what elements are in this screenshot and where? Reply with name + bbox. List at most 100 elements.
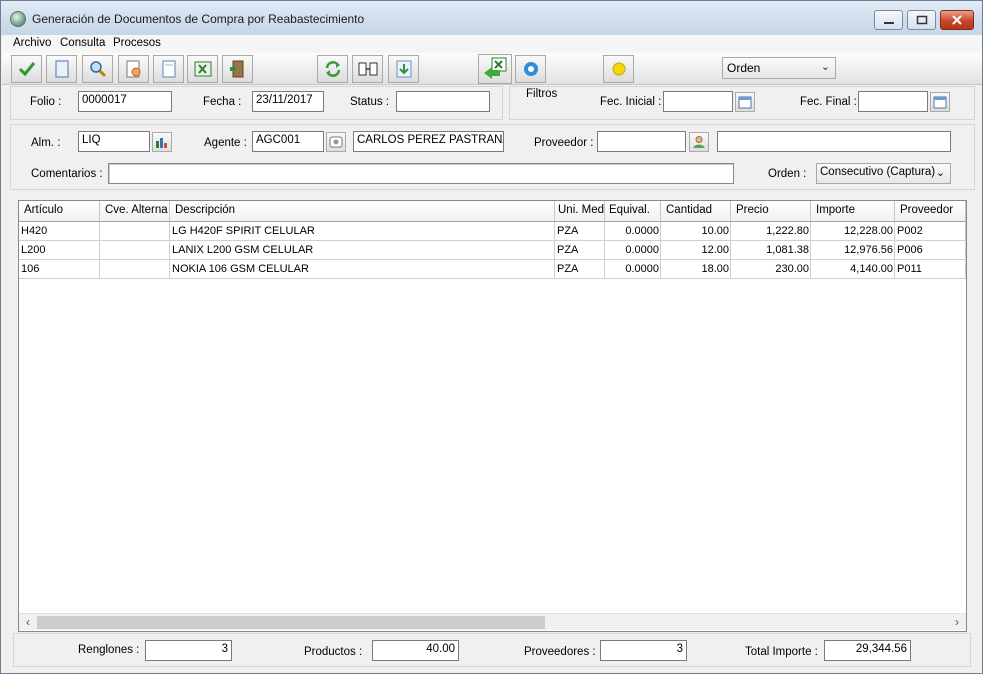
cell-proveedor[interactable]: P011 — [895, 260, 966, 279]
refresh-button[interactable] — [317, 55, 348, 83]
minimize-button[interactable] — [874, 10, 903, 30]
blank-page-icon — [162, 60, 175, 78]
cell-importe[interactable]: 12,976.56 — [811, 241, 895, 260]
proveedores-field: 3 — [600, 640, 687, 661]
fec-inicial-field[interactable] — [663, 91, 733, 112]
agente-name-field[interactable]: CARLOS PEREZ PASTRANA — [353, 131, 504, 152]
fec-final-calendar-button[interactable] — [930, 92, 950, 112]
cell-importe[interactable]: 4,140.00 — [811, 260, 895, 279]
column-header-descripcion[interactable]: Descripción — [170, 201, 555, 222]
table-row[interactable]: L200 LANIX L200 GSM CELULAR PZA 0.0000 1… — [19, 241, 966, 260]
cell-precio[interactable]: 230.00 — [731, 260, 811, 279]
folio-field[interactable]: 0000017 — [78, 91, 172, 112]
scrollbar-thumb[interactable] — [37, 616, 545, 629]
cell-descripcion[interactable]: LG H420F SPIRIT CELULAR — [170, 222, 555, 241]
proveedor-code-field[interactable] — [597, 131, 686, 152]
cell-uni-med[interactable]: PZA — [555, 241, 605, 260]
main-window: Generación de Documentos de Compra por R… — [0, 0, 983, 674]
cell-uni-med[interactable]: PZA — [555, 260, 605, 279]
fec-final-field[interactable] — [858, 91, 928, 112]
column-header-equival[interactable]: Equival. — [605, 201, 661, 222]
settings-button[interactable] — [515, 55, 546, 83]
cell-equival[interactable]: 0.0000 — [605, 241, 661, 260]
accept-button[interactable] — [11, 55, 42, 83]
window-title: Generación de Documentos de Compra por R… — [32, 12, 365, 26]
agente-lookup-button[interactable] — [326, 132, 346, 152]
maximize-button[interactable] — [907, 10, 936, 30]
almacen-field[interactable]: LIQ — [78, 131, 150, 152]
cell-cantidad[interactable]: 10.00 — [661, 222, 731, 241]
fecha-label: Fecha : — [203, 96, 242, 108]
cell-articulo[interactable]: 106 — [19, 260, 100, 279]
horizontal-scrollbar[interactable]: ‹ › — [19, 613, 966, 630]
cell-precio[interactable]: 1,081.38 — [731, 241, 811, 260]
orden-select[interactable]: Consecutivo (Captura) ⌄ — [816, 163, 951, 184]
cell-precio[interactable]: 1,222.80 — [731, 222, 811, 241]
filtros-label: Filtros — [526, 88, 558, 100]
cell-equival[interactable]: 0.0000 — [605, 222, 661, 241]
cell-descripcion[interactable]: NOKIA 106 GSM CELULAR — [170, 260, 555, 279]
scroll-left-icon[interactable]: ‹ — [21, 615, 35, 629]
cell-cve-alterna[interactable] — [100, 260, 170, 279]
table-row[interactable]: 106 NOKIA 106 GSM CELULAR PZA 0.0000 18.… — [19, 260, 966, 279]
download-button[interactable] — [388, 55, 419, 83]
orden-toolbar-select[interactable]: Orden ⌄ — [722, 57, 836, 79]
warehouse-icon — [156, 138, 167, 148]
transfer-button[interactable] — [352, 55, 383, 83]
cell-cantidad[interactable]: 12.00 — [661, 241, 731, 260]
column-header-precio[interactable]: Precio — [731, 201, 811, 222]
column-header-cantidad[interactable]: Cantidad — [661, 201, 731, 222]
cell-cve-alterna[interactable] — [100, 222, 170, 241]
fec-inicial-calendar-button[interactable] — [735, 92, 755, 112]
document-search-button[interactable] — [118, 55, 149, 83]
column-header-proveedor[interactable]: Proveedor — [895, 201, 966, 222]
blank-page-button[interactable] — [153, 55, 184, 83]
cell-importe[interactable]: 12,228.00 — [811, 222, 895, 241]
exit-button[interactable] — [222, 55, 253, 83]
table-row[interactable]: H420 LG H420F SPIRIT CELULAR PZA 0.0000 … — [19, 222, 966, 241]
yellow-dot-icon — [612, 62, 625, 76]
column-header-cve-alterna[interactable]: Cve. Alterna — [100, 201, 170, 222]
close-button[interactable] — [940, 10, 974, 30]
cell-descripcion[interactable]: LANIX L200 GSM CELULAR — [170, 241, 555, 260]
menu-consulta[interactable]: Consulta — [60, 37, 105, 49]
cell-equival[interactable]: 0.0000 — [605, 260, 661, 279]
transfer-icon — [358, 62, 377, 76]
document-search-icon — [126, 60, 140, 78]
new-document-button[interactable] — [46, 55, 77, 83]
excel-icon — [194, 61, 211, 77]
scroll-right-icon[interactable]: › — [950, 615, 964, 629]
column-header-importe[interactable]: Importe — [811, 201, 895, 222]
proveedor-name-field[interactable] — [717, 131, 951, 152]
cell-uni-med[interactable]: PZA — [555, 222, 605, 241]
fecha-field[interactable]: 23/11/2017 — [252, 91, 324, 112]
comentarios-field[interactable] — [108, 163, 734, 184]
cell-cve-alterna[interactable] — [100, 241, 170, 260]
agente-code-field[interactable]: AGC001 — [252, 131, 324, 152]
fec-inicial-label: Fec. Inicial : — [600, 96, 662, 108]
cell-articulo[interactable]: H420 — [19, 222, 100, 241]
menu-procesos[interactable]: Procesos — [113, 37, 161, 49]
status-field[interactable] — [396, 91, 490, 112]
search-icon — [89, 61, 106, 78]
column-header-uni-med[interactable]: Uni. Med. — [555, 201, 605, 222]
detail-grid[interactable]: Artículo Cve. Alterna Descripción Uni. M… — [18, 200, 967, 632]
cell-cantidad[interactable]: 18.00 — [661, 260, 731, 279]
orden-toolbar-value: Orden — [727, 61, 761, 75]
excel-button[interactable] — [187, 55, 218, 83]
check-icon — [18, 62, 35, 77]
status-indicator-button[interactable] — [603, 55, 634, 83]
proveedor-lookup-button[interactable] — [689, 132, 709, 152]
almacen-lookup-button[interactable] — [152, 132, 172, 152]
agent-lookup-icon — [329, 136, 343, 148]
excel-export-button[interactable] — [478, 54, 512, 84]
folio-label: Folio : — [30, 96, 62, 108]
renglones-field: 3 — [145, 640, 232, 661]
menu-archivo[interactable]: Archivo — [13, 37, 51, 49]
calendar-icon — [738, 96, 752, 109]
cell-articulo[interactable]: L200 — [19, 241, 100, 260]
cell-proveedor[interactable]: P006 — [895, 241, 966, 260]
search-button[interactable] — [82, 55, 113, 83]
column-header-articulo[interactable]: Artículo — [19, 201, 100, 222]
cell-proveedor[interactable]: P002 — [895, 222, 966, 241]
